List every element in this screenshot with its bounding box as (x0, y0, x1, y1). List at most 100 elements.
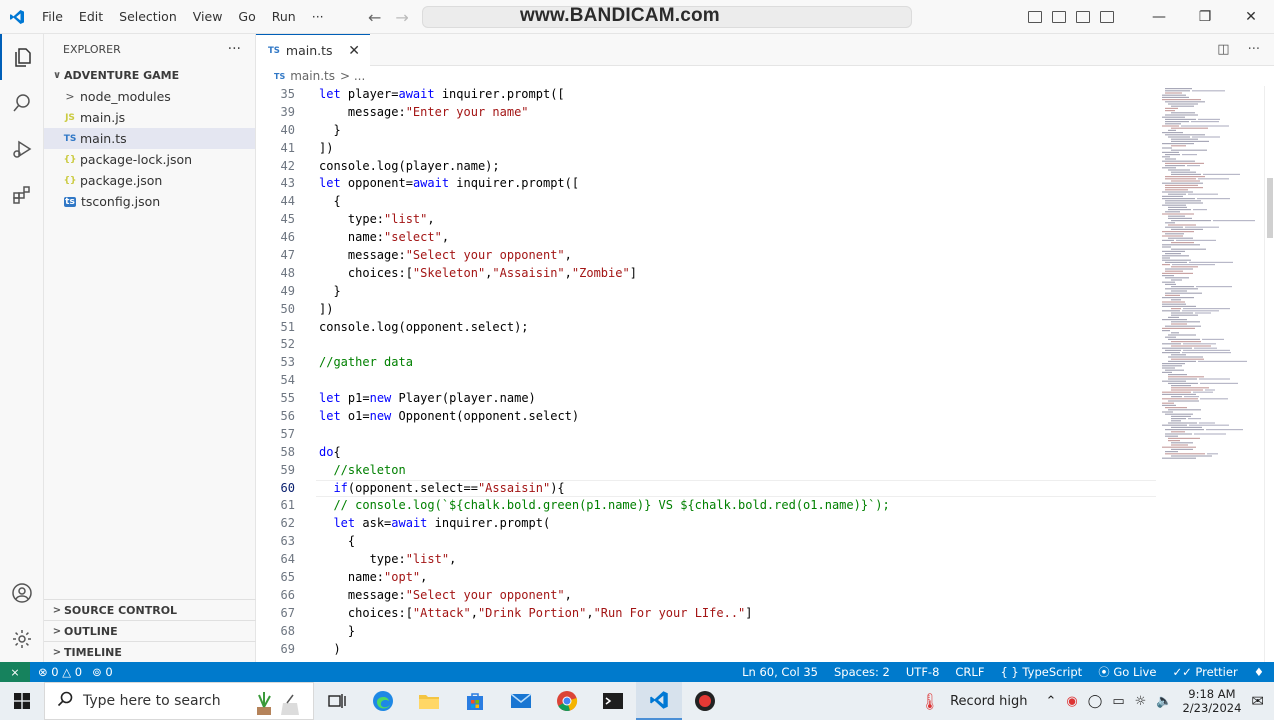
file-explorer-icon[interactable] (406, 682, 452, 720)
close-window-button[interactable]: ✕ (1228, 0, 1274, 34)
code-line[interactable]: 68 } (256, 623, 1156, 641)
section-outline[interactable]: > OUTLINE (44, 620, 256, 641)
toggle-sidebar-icon[interactable] (1028, 11, 1042, 23)
code-line[interactable]: 49 } (256, 283, 1156, 301)
end-of-line[interactable]: CRLF (955, 665, 984, 679)
terminal-icon[interactable] (590, 682, 636, 720)
code-line[interactable]: 53 //gather data (256, 354, 1156, 372)
search-icon[interactable] (0, 80, 44, 126)
chrome-icon[interactable] (544, 682, 590, 720)
tree-item-main-ts[interactable]: TS main.ts (44, 128, 255, 149)
more-actions-icon[interactable]: ··· (1248, 42, 1260, 57)
code-line[interactable]: 43 let opponent=await inquirer.prompt([ (256, 175, 1156, 193)
code-line[interactable]: 61 // console.log(`${chalk.bold.green(p1… (256, 497, 1156, 515)
indentation[interactable]: Spaces: 2 (834, 665, 890, 679)
toggle-panel-icon[interactable] (1052, 11, 1066, 23)
language-mode[interactable]: { } TypeScript (1000, 665, 1082, 679)
tree-item-main-js[interactable]: JS main.js (44, 107, 255, 128)
bandicam-record-icon[interactable] (682, 682, 728, 720)
ports-indicator[interactable]: ⊚ 0 (92, 665, 113, 679)
code-line[interactable]: 51 console.log(opponent.select); (256, 319, 1156, 337)
tree-item-package-lock-json[interactable]: {} package-lock.json (44, 149, 255, 170)
code-line[interactable]: 60 if(opponent.select=="Assaisin"){ (256, 479, 1156, 498)
vscode-taskbar-icon[interactable] (636, 682, 682, 720)
code-line[interactable]: 40 } (256, 122, 1156, 140)
customize-layout-icon[interactable] (1100, 11, 1114, 23)
network-globe-icon[interactable]: ☼ (1135, 694, 1147, 709)
code-line[interactable]: 47 message:"Select your opponent", (256, 247, 1156, 265)
minimap[interactable] (1156, 86, 1260, 662)
menu-view[interactable]: View (185, 0, 231, 34)
tree-item-tsconfig-json[interactable]: ts tsconfig.json (44, 191, 255, 212)
code-line[interactable]: 48 choices:["Skeleton","Assaisin","Zombi… (256, 265, 1156, 283)
display-icon[interactable]: ▭ (1112, 694, 1124, 709)
clock[interactable]: 9:18 AM 2/23/2024 (1182, 687, 1241, 715)
mail-icon[interactable] (498, 682, 544, 720)
taskbar-search-box[interactable]: Type here to search (44, 682, 314, 720)
code-line[interactable]: 54 (256, 372, 1156, 390)
code-line[interactable]: 35 let player=await inquirer.prompt([ (256, 86, 1156, 104)
tree-item-package-json[interactable]: {} package.json (44, 170, 255, 191)
notification-center-icon[interactable]: ✉ (1251, 692, 1264, 710)
chevron-up-icon[interactable]: ⌃ (1046, 694, 1057, 709)
code-line[interactable]: 52 (256, 336, 1156, 354)
code-line[interactable]: 56 let o1=new Opponent(opponent.select) (256, 408, 1156, 426)
code-line[interactable]: 46 name:"select", (256, 229, 1156, 247)
code-line[interactable]: 42 console.log(player.name); (256, 158, 1156, 176)
editor-scrollbar[interactable] (1264, 86, 1274, 662)
remote-indicator-icon[interactable]: ⨯ (0, 662, 30, 682)
code-line[interactable]: 59 //skeleton (256, 462, 1156, 480)
scroll-thumb[interactable] (1267, 178, 1273, 238)
toggle-secondary-sidebar-icon[interactable] (1076, 11, 1090, 23)
explorer-more-button[interactable]: ··· (228, 41, 241, 57)
weather-text[interactable]: Record high (950, 694, 1027, 709)
task-view-icon[interactable] (314, 682, 360, 720)
code-line[interactable]: 44 { (256, 193, 1156, 211)
code-line[interactable]: 50]) (256, 301, 1156, 319)
code-line[interactable]: 45 type:"list", (256, 211, 1156, 229)
prettier-button[interactable]: ✓✓ Prettier (1172, 665, 1237, 679)
code-line[interactable]: 66 message:"Select your opponent", (256, 587, 1156, 605)
workspace-folder[interactable]: ∨ ADVENTURE GAME (44, 64, 255, 86)
code-line[interactable]: 62 let ask=await inquirer.prompt( (256, 515, 1156, 533)
run-debug-icon[interactable] (0, 126, 44, 172)
go-live-button[interactable]: ⦿ Go Live (1098, 664, 1156, 680)
close-tab-icon[interactable]: ✕ (348, 43, 360, 59)
problems-indicator[interactable]: ⊗ 0 △ 0 (38, 665, 82, 679)
code-line[interactable]: 58 do{ (256, 444, 1156, 462)
tab-main-ts[interactable]: TS main.ts ✕ (256, 34, 370, 66)
menu-edit[interactable]: Edit (71, 0, 111, 34)
volume-icon[interactable]: 🔈 (1156, 694, 1172, 709)
menu-go[interactable]: Go (230, 0, 263, 34)
record-tray-icon[interactable]: ◉ (1066, 694, 1077, 709)
section-source-control[interactable]: > SOURCE CONTROL (44, 599, 256, 620)
forward-arrow-icon[interactable]: → (395, 8, 408, 27)
code-line[interactable]: 67 choices:["Attack","Drink Portion","Ru… (256, 605, 1156, 623)
minimize-button[interactable]: — (1136, 0, 1182, 34)
menu-run[interactable]: Run (264, 0, 304, 34)
encoding[interactable]: UTF-8 (906, 665, 940, 679)
back-arrow-icon[interactable]: ← (368, 8, 381, 27)
code-line[interactable]: 63 { (256, 533, 1156, 551)
menu-file[interactable]: File (34, 0, 71, 34)
cursor-position[interactable]: Ln 60, Col 35 (742, 665, 818, 679)
split-editor-icon[interactable]: ◫ (1217, 42, 1229, 57)
menu-selection[interactable]: Selection (111, 0, 185, 34)
code-line[interactable]: 55 let p1=new Player(player.name) (256, 390, 1156, 408)
breadcrumb-rest[interactable]: > ... (340, 69, 365, 83)
section-timeline[interactable]: > TIMELINE (44, 641, 256, 662)
code-line[interactable]: 41]) (256, 140, 1156, 158)
explorer-icon[interactable] (0, 34, 44, 80)
extensions-icon[interactable] (0, 172, 44, 218)
settings-gear-icon[interactable] (0, 616, 44, 662)
edge-browser-icon[interactable] (360, 682, 406, 720)
restore-button[interactable]: ❐ (1182, 0, 1228, 34)
microsoft-store-icon[interactable] (452, 682, 498, 720)
webcam-icon[interactable]: ◯ (1088, 694, 1103, 709)
code-line[interactable]: 57 (256, 426, 1156, 444)
code-line[interactable]: 64 type:"list", (256, 551, 1156, 569)
account-icon[interactable] (0, 570, 44, 616)
menu-more[interactable]: ··· (304, 0, 332, 34)
breadcrumb-file[interactable]: main.ts (290, 69, 335, 83)
windows-start-icon[interactable] (0, 682, 44, 720)
